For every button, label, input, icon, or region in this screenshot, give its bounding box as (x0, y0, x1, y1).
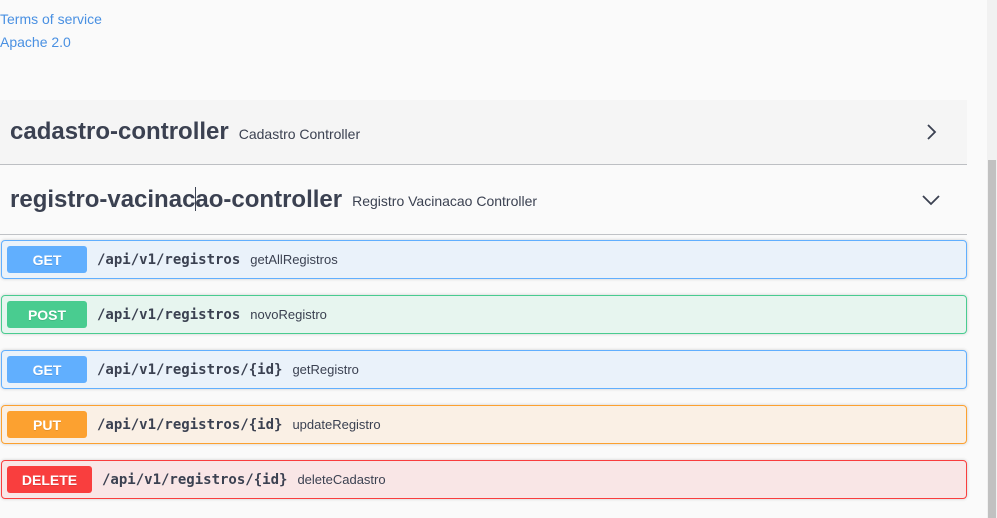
operation-path: /api/v1/registros (97, 306, 241, 323)
tag-description: Registro Vacinacao Controller (352, 193, 538, 209)
operation-novo-registro[interactable]: POST /api/v1/registros novoRegistro (1, 295, 967, 334)
operation-update-registro[interactable]: PUT /api/v1/registros/{id} updateRegistr… (1, 405, 967, 444)
operation-summary: novoRegistro (250, 307, 327, 322)
scrollbar-thumb[interactable] (988, 160, 996, 518)
operation-get-all-registros[interactable]: GET /api/v1/registros getAllRegistros (1, 240, 967, 279)
operation-summary: updateRegistro (292, 417, 381, 432)
method-badge: GET (7, 246, 87, 273)
chevron-down-icon[interactable] (921, 190, 941, 210)
chevron-right-icon[interactable] (921, 122, 941, 142)
operation-summary: getAllRegistros (250, 252, 338, 267)
tag-name: registro-vacinacao-controller (10, 185, 343, 213)
method-badge: PUT (7, 411, 87, 438)
operation-path: /api/v1/registros/{id} (102, 471, 288, 488)
operation-path: /api/v1/registros/{id} (97, 361, 283, 378)
tag-name: cadastro-controller (10, 118, 229, 145)
operation-get-registro[interactable]: GET /api/v1/registros/{id} getRegistro (1, 350, 967, 389)
operation-path: /api/v1/registros/{id} (97, 416, 283, 433)
method-badge: DELETE (7, 466, 92, 493)
scrollbar-track[interactable] (987, 0, 997, 518)
license-link[interactable]: Apache 2.0 (0, 31, 102, 54)
operation-summary: getRegistro (292, 362, 359, 377)
terms-of-service-link[interactable]: Terms of service (0, 8, 102, 31)
method-badge: GET (7, 356, 87, 383)
operation-path: /api/v1/registros (97, 251, 241, 268)
tag-description: Cadastro Controller (238, 125, 361, 142)
tag-cadastro-controller[interactable]: cadastro-controller Cadastro Controller (0, 100, 967, 165)
operation-summary: deleteCadastro (297, 472, 386, 487)
operation-delete-cadastro[interactable]: DELETE /api/v1/registros/{id} deleteCada… (1, 460, 967, 499)
method-badge: POST (7, 301, 87, 328)
info-links: Terms of service Apache 2.0 (0, 8, 102, 54)
tag-registro-vacinacao-controller[interactable]: registro-vacinacao-controller Registro V… (0, 165, 967, 235)
